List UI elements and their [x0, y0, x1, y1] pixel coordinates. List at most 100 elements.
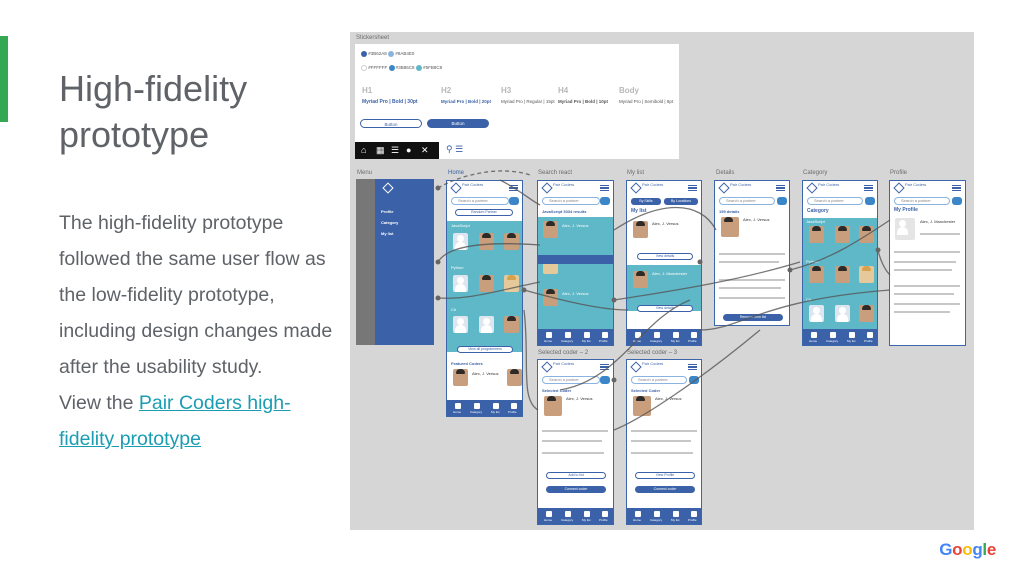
section-title: C# [451, 307, 457, 312]
coder-name: Alex, J. Versus [655, 396, 682, 401]
search-button[interactable] [600, 376, 610, 384]
view-all-button[interactable]: View all programmers [457, 346, 513, 353]
profile-icon[interactable] [867, 332, 873, 338]
search-input[interactable]: Search a partner [451, 197, 509, 205]
search-button[interactable] [509, 197, 519, 205]
category-title: Category [807, 208, 829, 214]
menu-item-mylist[interactable]: My list [381, 231, 393, 236]
hamburger-icon[interactable] [688, 185, 697, 191]
tab-by-locations[interactable]: By Locations [664, 198, 698, 205]
search-input[interactable]: Search a partner [894, 197, 950, 205]
swatch-icon [361, 51, 367, 57]
coder-name: Alex, J. Manchester [652, 271, 688, 276]
avatar[interactable] [809, 266, 824, 283]
avatar[interactable] [633, 271, 648, 288]
category-icon[interactable] [565, 511, 571, 517]
avatar[interactable] [453, 316, 468, 333]
avatar[interactable] [479, 233, 494, 250]
avatar[interactable] [504, 233, 519, 250]
avatar[interactable] [507, 369, 522, 386]
home-icon[interactable] [811, 332, 817, 338]
search-button[interactable] [952, 197, 962, 205]
view-profile-button[interactable]: View Profile [635, 472, 695, 479]
profile-icon[interactable] [691, 332, 697, 338]
search-input[interactable]: Search a partner [807, 197, 863, 205]
list-icon[interactable] [584, 332, 590, 338]
hamburger-icon[interactable] [688, 364, 697, 370]
hamburger-icon[interactable] [600, 185, 609, 191]
home-icon[interactable] [635, 511, 641, 517]
category-icon[interactable] [474, 403, 480, 409]
home-icon[interactable] [546, 332, 552, 338]
profile-icon[interactable] [511, 403, 517, 409]
remove-from-list-button[interactable]: Remove from list [723, 314, 783, 321]
list-icon[interactable] [673, 511, 679, 517]
search-input[interactable]: Search a partner [542, 197, 600, 205]
hamburger-icon[interactable] [776, 185, 785, 191]
avatar[interactable] [453, 369, 468, 386]
list-icon[interactable] [849, 332, 855, 338]
hamburger-icon[interactable] [952, 185, 961, 191]
search-button[interactable] [689, 376, 699, 384]
featured-title: Featured Coders [451, 361, 483, 366]
avatar[interactable] [453, 233, 468, 250]
home-icon[interactable] [635, 332, 641, 338]
tab-by-skills[interactable]: By Skills [631, 198, 661, 205]
nav-label: Home [633, 518, 642, 522]
avatar[interactable] [859, 305, 874, 322]
add-to-list-button[interactable]: Add to list [546, 472, 606, 479]
search-button[interactable] [777, 197, 787, 205]
connect-coder-button[interactable]: Connect coder [635, 486, 695, 493]
text-line [542, 430, 608, 432]
view-details-button[interactable]: View details [637, 305, 693, 312]
avatar[interactable] [504, 316, 519, 333]
nav-label: Profile [688, 339, 697, 343]
list-icon[interactable] [673, 332, 679, 338]
avatar[interactable] [835, 266, 850, 283]
search-button[interactable] [600, 197, 610, 205]
category-icon[interactable] [654, 511, 660, 517]
category-icon[interactable] [654, 332, 660, 338]
selected-row[interactable] [538, 255, 613, 264]
avatar[interactable] [543, 289, 558, 306]
search-input[interactable]: Search a partner [631, 376, 687, 384]
avatar[interactable] [633, 221, 648, 238]
details-title: 159 details [719, 209, 740, 214]
list-icon[interactable] [493, 403, 499, 409]
avatar[interactable] [809, 305, 824, 322]
list-icon[interactable] [584, 511, 590, 517]
profile-icon[interactable] [691, 511, 697, 517]
avatar[interactable] [479, 275, 494, 292]
random-partner-button[interactable]: Random Partner [455, 209, 513, 216]
avatar[interactable] [835, 305, 850, 322]
avatar[interactable] [835, 226, 850, 243]
hamburger-icon[interactable] [600, 364, 609, 370]
search-input[interactable]: Search a partner [719, 197, 775, 205]
nav-label: Home [544, 518, 553, 522]
home-icon[interactable] [546, 511, 552, 517]
category-icon[interactable] [830, 332, 836, 338]
slide-title: High-fidelity prototype [59, 68, 248, 155]
view-details-button[interactable]: View details [637, 253, 693, 260]
home-icon[interactable] [455, 403, 461, 409]
avatar[interactable] [859, 226, 874, 243]
nav-label: Home [633, 339, 642, 343]
avatar[interactable] [543, 221, 558, 238]
profile-icon[interactable] [602, 332, 608, 338]
connect-coder-button[interactable]: Connect coder [546, 486, 606, 493]
avatar[interactable] [504, 275, 519, 292]
avatar[interactable] [453, 275, 468, 292]
avatar[interactable] [809, 226, 824, 243]
avatar[interactable] [479, 316, 494, 333]
menu-item-profile[interactable]: Profile [381, 209, 393, 214]
search-input[interactable]: Search a partner [542, 376, 600, 384]
logo-icon [806, 182, 818, 194]
menu-item-category[interactable]: Category [381, 220, 398, 225]
hamburger-icon[interactable] [864, 185, 873, 191]
avatar[interactable] [859, 266, 874, 283]
category-icon[interactable] [565, 332, 571, 338]
hamburger-icon[interactable] [509, 185, 518, 191]
search-button[interactable] [865, 197, 875, 205]
nav-label: Profile [508, 410, 517, 414]
profile-icon[interactable] [602, 511, 608, 517]
